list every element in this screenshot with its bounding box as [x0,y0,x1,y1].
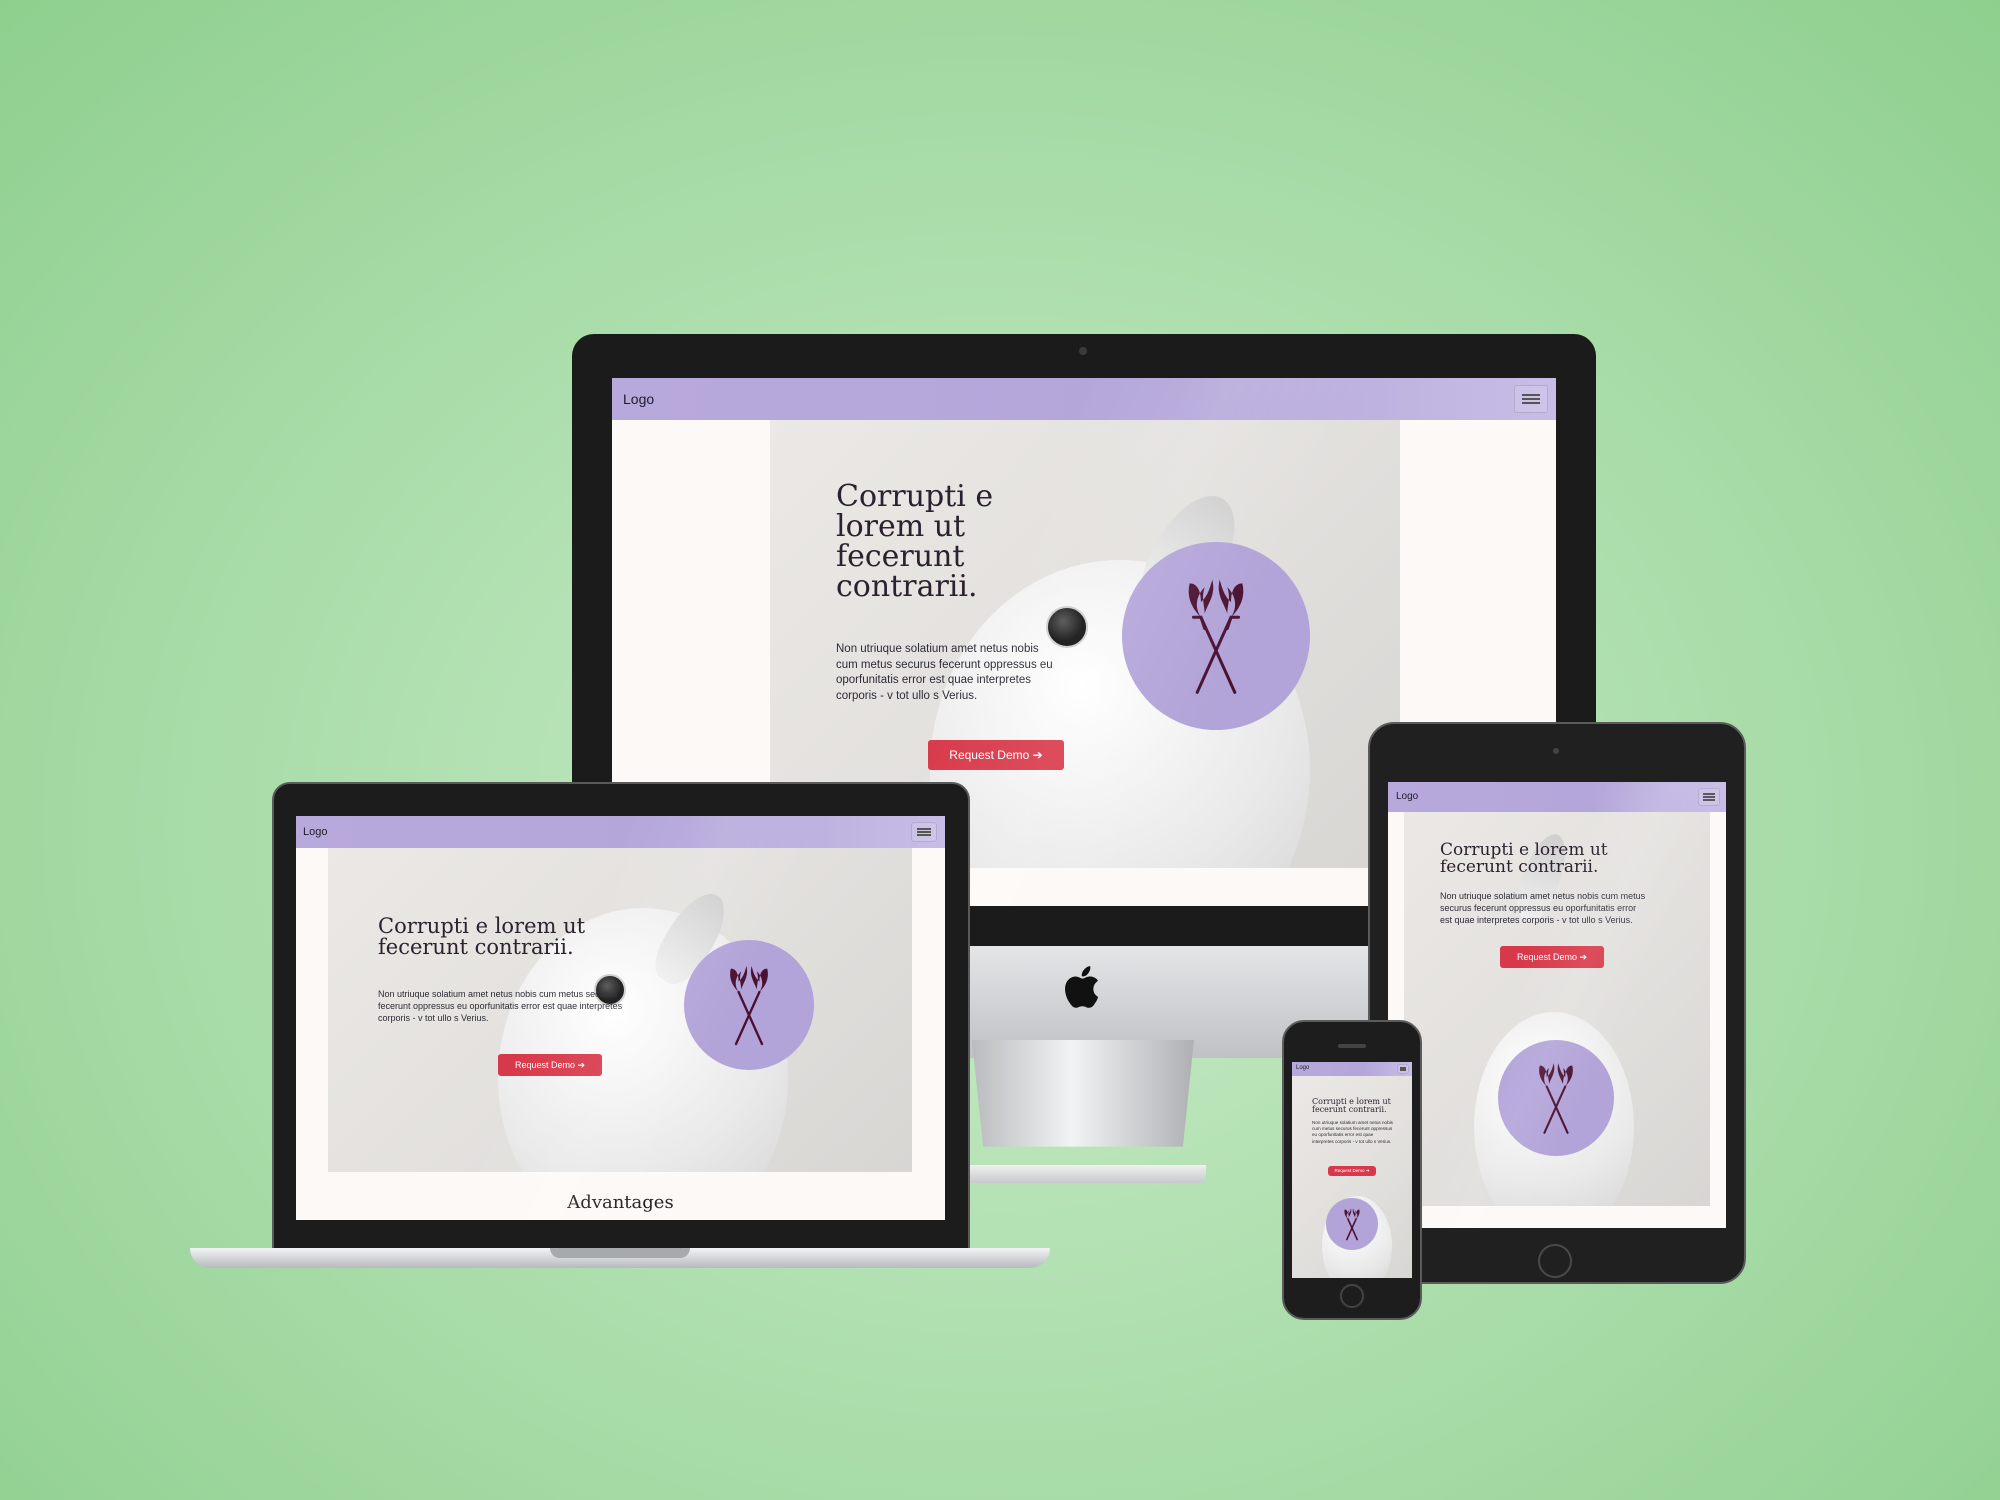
imac-paragraph: Non utriuque solatium amet netus nobis c… [836,643,1053,702]
apple-icon [1065,966,1099,1008]
laptop-logo[interactable]: Logo [303,826,327,838]
imac-camera [1079,347,1087,355]
phone-home-button[interactable] [1340,1284,1364,1308]
tablet-camera [1553,748,1559,754]
laptop-hero: Corrupti e lorem ut fecerunt contrarii. … [328,848,912,1172]
carrot-icon [1188,579,1244,694]
phone-headline: Corrupti e lorem ut fecerunt contrarii. [1312,1097,1391,1114]
carrot-illustration [684,940,814,1070]
carrot-illustration [1326,1198,1378,1250]
tablet-request-demo-button[interactable]: Request Demo ➔ [1500,946,1604,968]
tablet-headline: Corrupti e lorem ut fecerunt contrarii. [1440,840,1608,877]
carrot-icon [1539,1063,1573,1134]
tablet-hero: Corrupti e lorem ut fecerunt contrarii. … [1404,812,1710,1206]
tablet-paragraph: Non utriuque solatium amet netus nobis c… [1440,891,1646,926]
hamburger-icon [1522,394,1540,396]
hamburger-icon [917,828,931,830]
phone-request-demo-button[interactable]: Request Demo ➔ [1328,1166,1376,1176]
phone-menu-button[interactable] [1397,1064,1409,1074]
carrot-illustration [1498,1040,1614,1156]
laptop-request-demo-button[interactable]: Request Demo ➔ [498,1054,602,1076]
phone-screen: Logo Corrupti e lorem ut fecerunt contra… [1292,1062,1412,1278]
phone-paragraph: Non utriuque solatium amet netus nobis c… [1312,1120,1393,1144]
tablet-navbar: Logo [1388,782,1726,812]
carrot-icon [1344,1208,1360,1241]
phone-navbar: Logo [1292,1062,1412,1076]
laptop-headline: Corrupti e lorem ut fecerunt contrarii. [378,914,586,959]
laptop-paragraph: Non utriuque solatium amet netus nobis c… [378,989,623,1024]
hamburger-icon [1703,793,1715,795]
imac-stand [972,1040,1194,1147]
carrot-illustration [1122,542,1310,730]
phone-logo[interactable]: Logo [1296,1065,1309,1071]
imac-menu-button[interactable] [1514,385,1548,413]
tablet-logo[interactable]: Logo [1396,791,1418,802]
imac-logo[interactable]: Logo [623,391,654,407]
carrot-icon [730,966,768,1046]
tablet-screen: Logo Corrupti e lorem ut fecerunt contra… [1388,782,1726,1228]
tablet-menu-button[interactable] [1698,788,1720,806]
laptop-section-title: Advantages [567,1192,674,1213]
tablet-home-button[interactable] [1538,1244,1572,1278]
imac-headline: Corrupti e lorem ut fecerunt contrarii. [836,479,994,604]
phone-hero: Corrupti e lorem ut fecerunt contrarii. … [1292,1076,1412,1278]
imac-request-demo-button[interactable]: Request Demo ➔ [928,740,1064,770]
laptop-screen: Logo Corrupti e lorem ut fecerunt contra… [296,816,945,1220]
laptop-menu-button[interactable] [911,822,937,842]
laptop-navbar: Logo [296,816,945,848]
phone-speaker [1338,1044,1366,1048]
imac-navbar: Logo [612,378,1556,420]
